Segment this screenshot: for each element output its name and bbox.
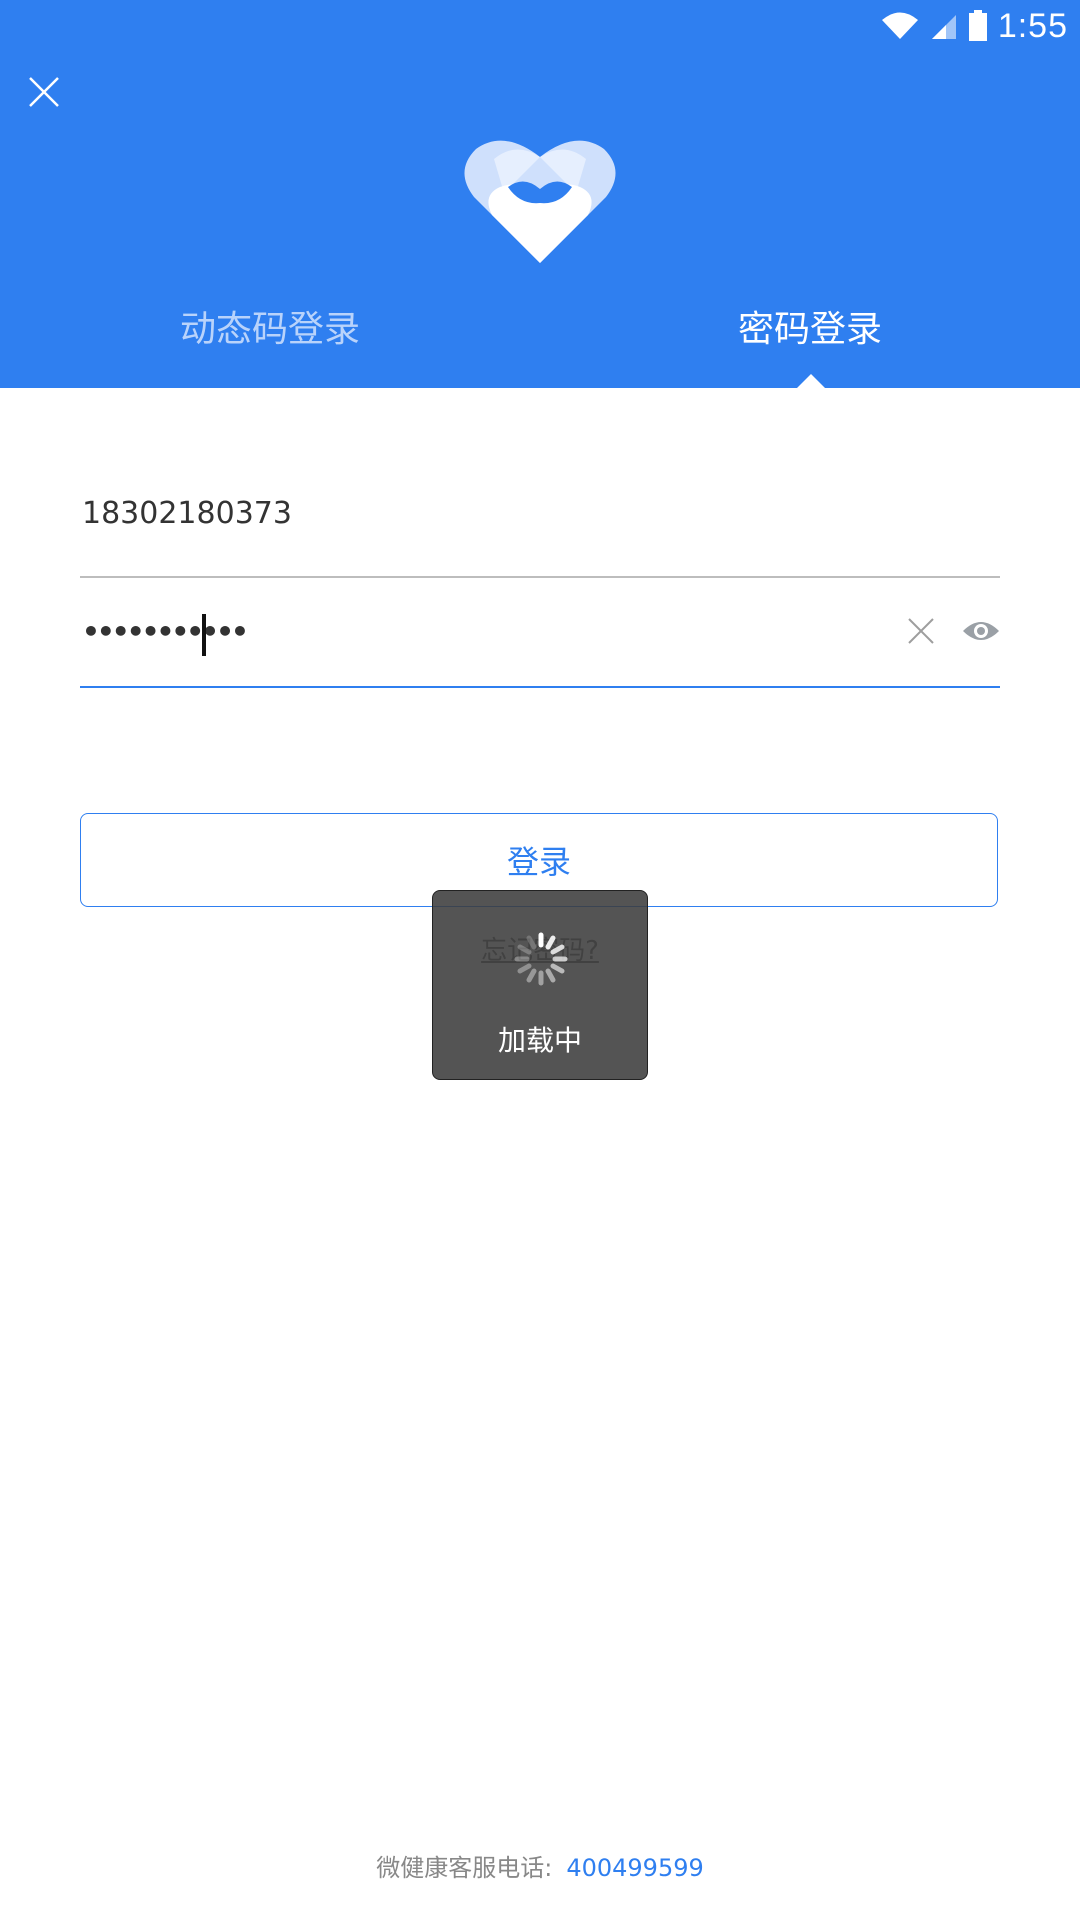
eye-icon[interactable] <box>962 616 1000 646</box>
text-cursor <box>202 614 206 656</box>
spinner-icon <box>514 932 568 986</box>
tab-dynamic-code-login[interactable]: 动态码登录 <box>0 295 540 365</box>
wifi-icon <box>881 12 918 39</box>
footer: 微健康客服电话: 400499599 <box>0 1848 1080 1883</box>
customer-service-phone-link[interactable]: 400499599 <box>566 1854 703 1882</box>
phone-field <box>80 452 1000 578</box>
heart-logo-icon <box>464 140 616 263</box>
login-tabs: 动态码登录 密码登录 <box>0 295 1080 365</box>
customer-service-label: 微健康客服电话: <box>376 1854 553 1882</box>
header: 1:55 动态码登录 密码登录 <box>0 0 1080 388</box>
signal-icon <box>931 15 956 39</box>
close-icon[interactable] <box>24 72 64 112</box>
tab-password-login[interactable]: 密码登录 <box>540 295 1080 365</box>
battery-icon <box>968 10 987 41</box>
active-tab-indicator <box>797 374 825 388</box>
phone-input[interactable] <box>80 452 884 576</box>
loading-text: 加载中 <box>497 1024 582 1057</box>
clear-icon[interactable] <box>906 616 936 646</box>
loading-dialog: 加载中 <box>432 890 648 1080</box>
password-input[interactable] <box>80 576 884 686</box>
password-field <box>80 576 1000 688</box>
status-time: 1:55 <box>997 6 1068 45</box>
status-bar: 1:55 <box>880 0 1080 52</box>
